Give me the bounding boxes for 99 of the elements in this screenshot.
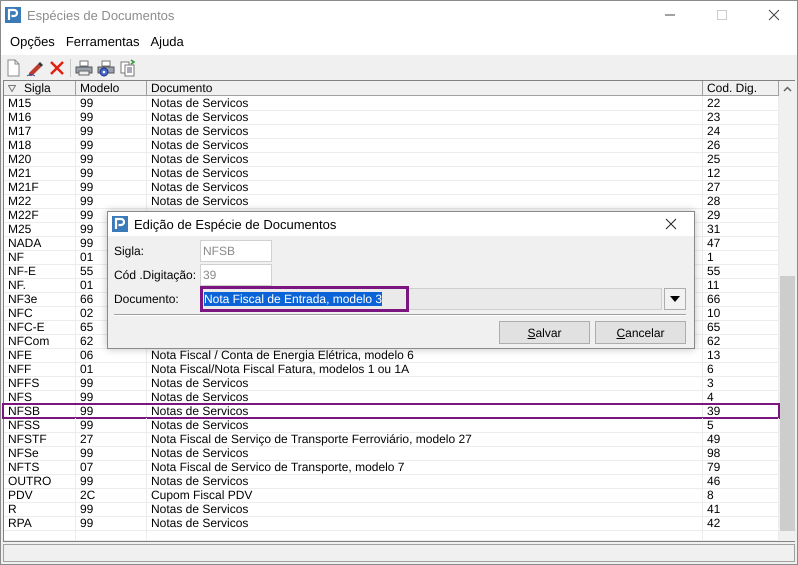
table-cell: Notas de Servicos <box>147 124 703 139</box>
table-cell: 99 <box>76 110 147 125</box>
table-cell: NF3e <box>4 292 76 307</box>
app-logo-icon <box>112 216 128 232</box>
table-cell: Notas de Servicos <box>147 166 703 181</box>
table-cell: Notas de Servicos <box>147 502 703 517</box>
table-cell: Notas de Servicos <box>147 180 703 195</box>
table-cell: 01 <box>76 362 147 377</box>
table-cell: 99 <box>76 474 147 489</box>
table-cell: M22F <box>4 208 76 223</box>
save-button[interactable]: Salvar <box>499 321 590 344</box>
table-cell: M17 <box>4 124 76 139</box>
table-cell: NF-E <box>4 264 76 279</box>
table-cell: Notas de Servicos <box>147 194 703 209</box>
table-cell: 07 <box>76 460 147 475</box>
column-header-label: Documento <box>151 81 212 95</box>
menu-item[interactable]: Opções <box>5 34 61 49</box>
table-cell: 27 <box>76 432 147 447</box>
table-cell: NFSe <box>4 446 76 461</box>
table-cell: Nota Fiscal de Serviço de Transporte Ferroviário, modelo 27 <box>147 432 703 447</box>
table-cell: 99 <box>76 152 147 167</box>
table-cell: M16 <box>4 110 76 125</box>
table-cell: M20 <box>4 152 76 167</box>
table-cell: 39 <box>703 404 779 419</box>
caret-icon <box>670 296 680 302</box>
table-cell: 99 <box>76 194 147 209</box>
column-header-label: Cod. Dig. <box>707 81 758 95</box>
table-cell: NF. <box>4 278 76 293</box>
table-cell: Notas de Servicos <box>147 152 703 167</box>
table-cell: M21F <box>4 180 76 195</box>
table-cell: M25 <box>4 222 76 237</box>
scrollbar-thumb[interactable] <box>780 276 795 531</box>
column-header-label: Sigla <box>24 81 51 95</box>
table-cell: Notas de Servicos <box>147 96 703 111</box>
table-cell: 99 <box>76 404 147 419</box>
column-header[interactable]: Cod. Dig. <box>703 81 779 96</box>
menu-item[interactable]: Ajuda <box>146 34 190 49</box>
table-cell: Nota Fiscal de Servico de Transporte, modelo 7 <box>147 460 703 475</box>
column-header[interactable]: Documento <box>147 81 703 96</box>
table-cell: NADA <box>4 236 76 251</box>
table-cell: 99 <box>76 138 147 153</box>
window-title: Espécies de Documentos <box>27 8 176 22</box>
table-cell: 99 <box>76 96 147 111</box>
table-cell: M15 <box>4 96 76 111</box>
table-cell: NFS <box>4 390 76 405</box>
table-cell: 99 <box>76 376 147 391</box>
table-cell: NFSB <box>4 404 76 419</box>
empty-cell <box>76 530 147 541</box>
table-cell: Notas de Servicos <box>147 474 703 489</box>
column-header[interactable]: Modelo <box>76 81 147 96</box>
table-cell: 99 <box>76 418 147 433</box>
table-cell: M21 <box>4 166 76 181</box>
table-cell: RPA <box>4 516 76 531</box>
table-cell: PDV <box>4 488 76 503</box>
table-cell: NFSS <box>4 418 76 433</box>
table-cell: 99 <box>76 166 147 181</box>
table-cell: 99 <box>76 124 147 139</box>
table-cell: NFE <box>4 348 76 363</box>
table-cell: NFCom <box>4 334 76 349</box>
table-cell: 99 <box>76 446 147 461</box>
column-header-label: Modelo <box>80 81 120 95</box>
sort-icon <box>8 84 16 92</box>
column-header[interactable]: Sigla <box>4 81 76 96</box>
table-cell: Notas de Servicos <box>147 516 703 531</box>
table-cell: 99 <box>76 502 147 517</box>
table-cell: NFC-E <box>4 320 76 335</box>
table-cell: M22 <box>4 194 76 209</box>
table-cell: Notas de Servicos <box>147 390 703 405</box>
app-logo-icon <box>5 7 21 23</box>
table-cell: Notas de Servicos <box>147 446 703 461</box>
table-cell: 2C <box>76 488 147 503</box>
table-cell: 99 <box>76 180 147 195</box>
dropdown-button[interactable] <box>664 288 686 310</box>
table-cell: NFF <box>4 362 76 377</box>
printer-gear-icon[interactable] <box>97 58 115 76</box>
table-cell: NFC <box>4 306 76 321</box>
table-cell: Cupom Fiscal PDV <box>147 488 703 503</box>
table-cell: OUTRO <box>4 474 76 489</box>
table-cell: NF <box>4 250 76 265</box>
delete-icon[interactable] <box>48 58 66 76</box>
table-cell: NFTS <box>4 460 76 475</box>
copy-document-icon[interactable] <box>119 58 137 76</box>
table-cell: 99 <box>76 390 147 405</box>
table-cell: Notas de Servicos <box>147 138 703 153</box>
table-cell: M18 <box>4 138 76 153</box>
table-cell: Notas de Servicos <box>147 404 703 419</box>
table-cell: NFSTF <box>4 432 76 447</box>
menu-item[interactable]: Ferramentas <box>60 34 146 49</box>
table-cell: 99 <box>76 516 147 531</box>
table-cell: Notas de Servicos <box>147 110 703 125</box>
table-cell: NFFS <box>4 376 76 391</box>
cancel-button[interactable]: Cancelar <box>595 321 686 344</box>
table-cell: Nota Fiscal/Nota Fiscal Fatura, modelos 1 ou 1A <box>147 362 703 377</box>
table-cell: R <box>4 502 76 517</box>
table-cell: Notas de Servicos <box>147 376 703 391</box>
table-cell: Notas de Servicos <box>147 418 703 433</box>
empty-cell <box>4 530 76 541</box>
printer-icon[interactable] <box>75 58 93 76</box>
document-dropdown[interactable]: Nota Fiscal de Entrada, modelo 3 <box>200 288 662 310</box>
